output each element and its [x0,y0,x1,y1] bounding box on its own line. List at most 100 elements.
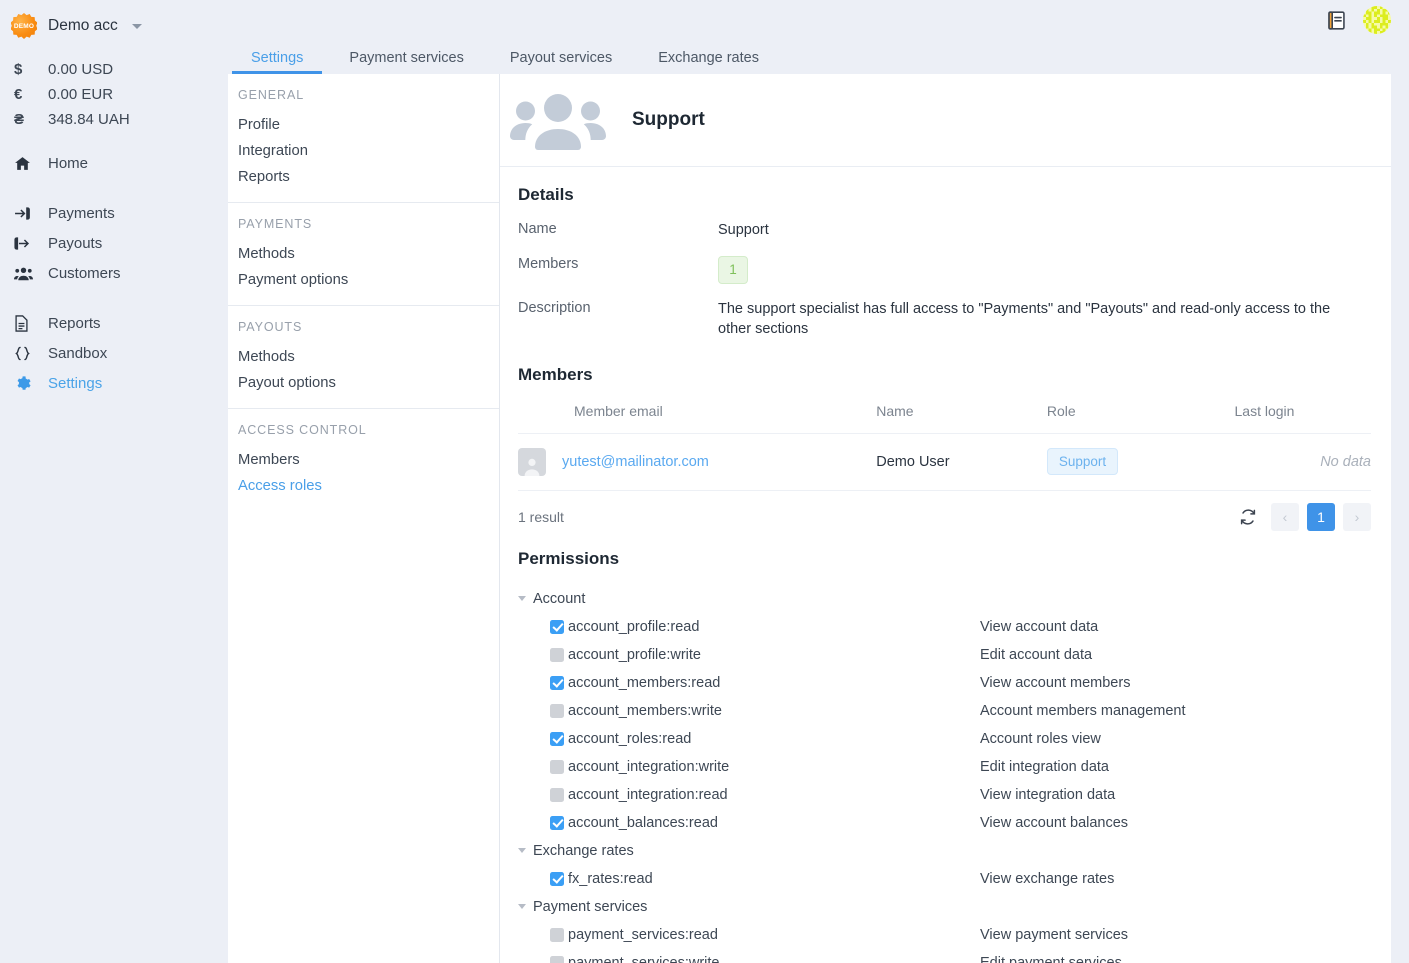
members-table-body: yutest@mailinator.com Demo User Support … [518,433,1371,491]
subnav-item-payment-options[interactable]: Payment options [228,267,499,293]
sidebar-label-sandbox: Sandbox [48,344,108,362]
permission-checkbox[interactable] [550,619,564,634]
permission-group-exchange-rates[interactable]: Exchange rates [518,837,1371,865]
pagination-next[interactable]: › [1343,502,1371,531]
permission-checkbox[interactable] [550,815,564,830]
detail-row-name: Name Support [518,219,1371,240]
permission-checkbox[interactable] [550,787,564,802]
permission-description: View account balances [980,814,1129,831]
subnav-item-integration[interactable]: Integration [228,138,499,164]
subnav-item-reports[interactable]: Reports [228,164,499,190]
subnav-item-payout-options[interactable]: Payout options [228,370,499,396]
tab-payout-services[interactable]: Payout services [487,50,635,75]
chevron-down-icon [131,23,142,29]
permission-checkbox[interactable] [550,675,564,690]
subnav-item-members[interactable]: Members [228,447,499,473]
permission-row: account_profile:write Edit account data [518,641,1371,669]
subnav-title-payouts: PAYOUTS [238,320,303,334]
permission-description: Edit integration data [980,758,1109,775]
permission-code: account_balances:read [568,814,718,831]
permission-description: View payment services [980,926,1129,943]
balance-amount-eur: 0.00 EUR [48,86,114,103]
column-member-email: Member email [518,396,877,434]
book-icon[interactable] [1326,10,1347,31]
permissions-section: Permissions Account account_profile:read… [500,541,1391,963]
subnav-group-payouts: PAYOUTS Methods Payout options [228,306,499,409]
cell-last-login: No data [1234,433,1371,491]
cell-member-name: Demo User [876,433,1047,491]
identicon-avatar[interactable] [1363,6,1391,34]
chevron-down-icon [518,904,526,910]
sidebar-item-home[interactable]: Home [0,148,228,178]
balances-list: $ 0.00 USD € 0.00 EUR ₴ 348.84 UAH [0,57,228,132]
members-table: Member email Name Role Last login yutest… [518,396,1371,491]
sidebar-item-customers[interactable]: Customers [0,258,228,288]
main-area: Settings Payment services Payout service… [228,0,1409,963]
permission-checkbox[interactable] [550,731,564,746]
members-count-badge[interactable]: 1 [718,256,748,285]
pagination-page-1[interactable]: 1 [1307,502,1335,531]
sidebar-label-payouts: Payouts [48,234,103,252]
role-detail-panel: Support Details Name Support Members 1 D… [500,74,1391,963]
column-last-login: Last login [1234,396,1371,434]
sign-in-icon [14,205,48,222]
permission-checkbox[interactable] [550,871,564,886]
permission-description: Account roles view [980,730,1101,747]
permission-row: payment_services:read View payment servi… [518,921,1371,949]
top-bar [228,0,1409,40]
sidebar-label-home: Home [48,154,89,172]
subnav-item-access-roles[interactable]: Access roles [228,473,499,499]
refresh-icon[interactable] [1239,508,1257,526]
detail-label-description: Description [518,300,591,317]
role-badge[interactable]: Support [1046,448,1119,476]
permission-group-account[interactable]: Account [518,585,1371,613]
sidebar-item-settings[interactable]: Settings [0,368,228,398]
balance-amount-usd: 0.00 USD [48,61,114,78]
pagination-prev[interactable]: ‹ [1271,502,1299,531]
gear-icon [14,375,48,392]
settings-subnav: GENERAL Profile Integration Reports PAYM… [228,74,500,963]
column-role: Role [1046,396,1235,434]
sidebar-item-payments[interactable]: Payments [0,198,228,228]
code-braces-icon [14,345,48,362]
permission-description: Account members management [980,702,1186,719]
members-section: Members Member email Name Role Last logi… [500,339,1391,541]
top-tabs: Settings Payment services Payout service… [228,40,1409,74]
details-heading: Details [518,185,574,204]
tab-settings[interactable]: Settings [228,50,326,75]
permission-code: payment_services:read [568,926,718,943]
subnav-item-payment-methods[interactable]: Methods [228,241,499,267]
tab-payment-services[interactable]: Payment services [326,50,486,75]
pagination: ‹ 1 › [1239,502,1371,531]
details-list: Name Support Members 1 Description The s… [518,219,1371,339]
member-email-link[interactable]: yutest@mailinator.com [562,454,709,470]
detail-value-name: Support [718,222,769,238]
sidebar-item-reports[interactable]: Reports [0,308,228,338]
detail-value-description: The support specialist has full access t… [718,301,1331,337]
balance-amount-uah: 348.84 UAH [48,111,130,128]
subnav-item-payout-methods[interactable]: Methods [228,344,499,370]
subnav-item-profile[interactable]: Profile [228,112,499,138]
permission-description: View account members [980,674,1131,691]
permission-group-payment-services[interactable]: Payment services [518,893,1371,921]
demo-logo-text: DEMO [13,22,35,30]
permissions-tree: Account account_profile:read View accoun… [518,585,1371,963]
permission-checkbox[interactable] [550,759,564,774]
account-switcher[interactable]: DEMO Demo acc [0,6,228,46]
table-footer: 1 result ‹ 1 › [518,491,1371,541]
permission-checkbox[interactable] [550,703,564,718]
permission-group-label-exchange-rates: Exchange rates [533,842,634,859]
permission-checkbox[interactable] [550,927,564,942]
sidebar-item-sandbox[interactable]: Sandbox [0,338,228,368]
permission-row: account_integration:write Edit integrati… [518,753,1371,781]
tab-exchange-rates[interactable]: Exchange rates [635,50,782,75]
permission-code: account_profile:read [568,618,700,635]
subnav-group-general: GENERAL Profile Integration Reports [228,74,499,203]
permission-checkbox[interactable] [550,647,564,662]
permission-checkbox[interactable] [550,955,564,963]
sidebar-item-payouts[interactable]: Payouts [0,228,228,258]
table-header-row: Member email Name Role Last login [518,396,1371,434]
permission-description: Edit account data [980,646,1093,663]
cell-member-email: yutest@mailinator.com [518,433,877,491]
group-of-people-icon [506,89,610,151]
